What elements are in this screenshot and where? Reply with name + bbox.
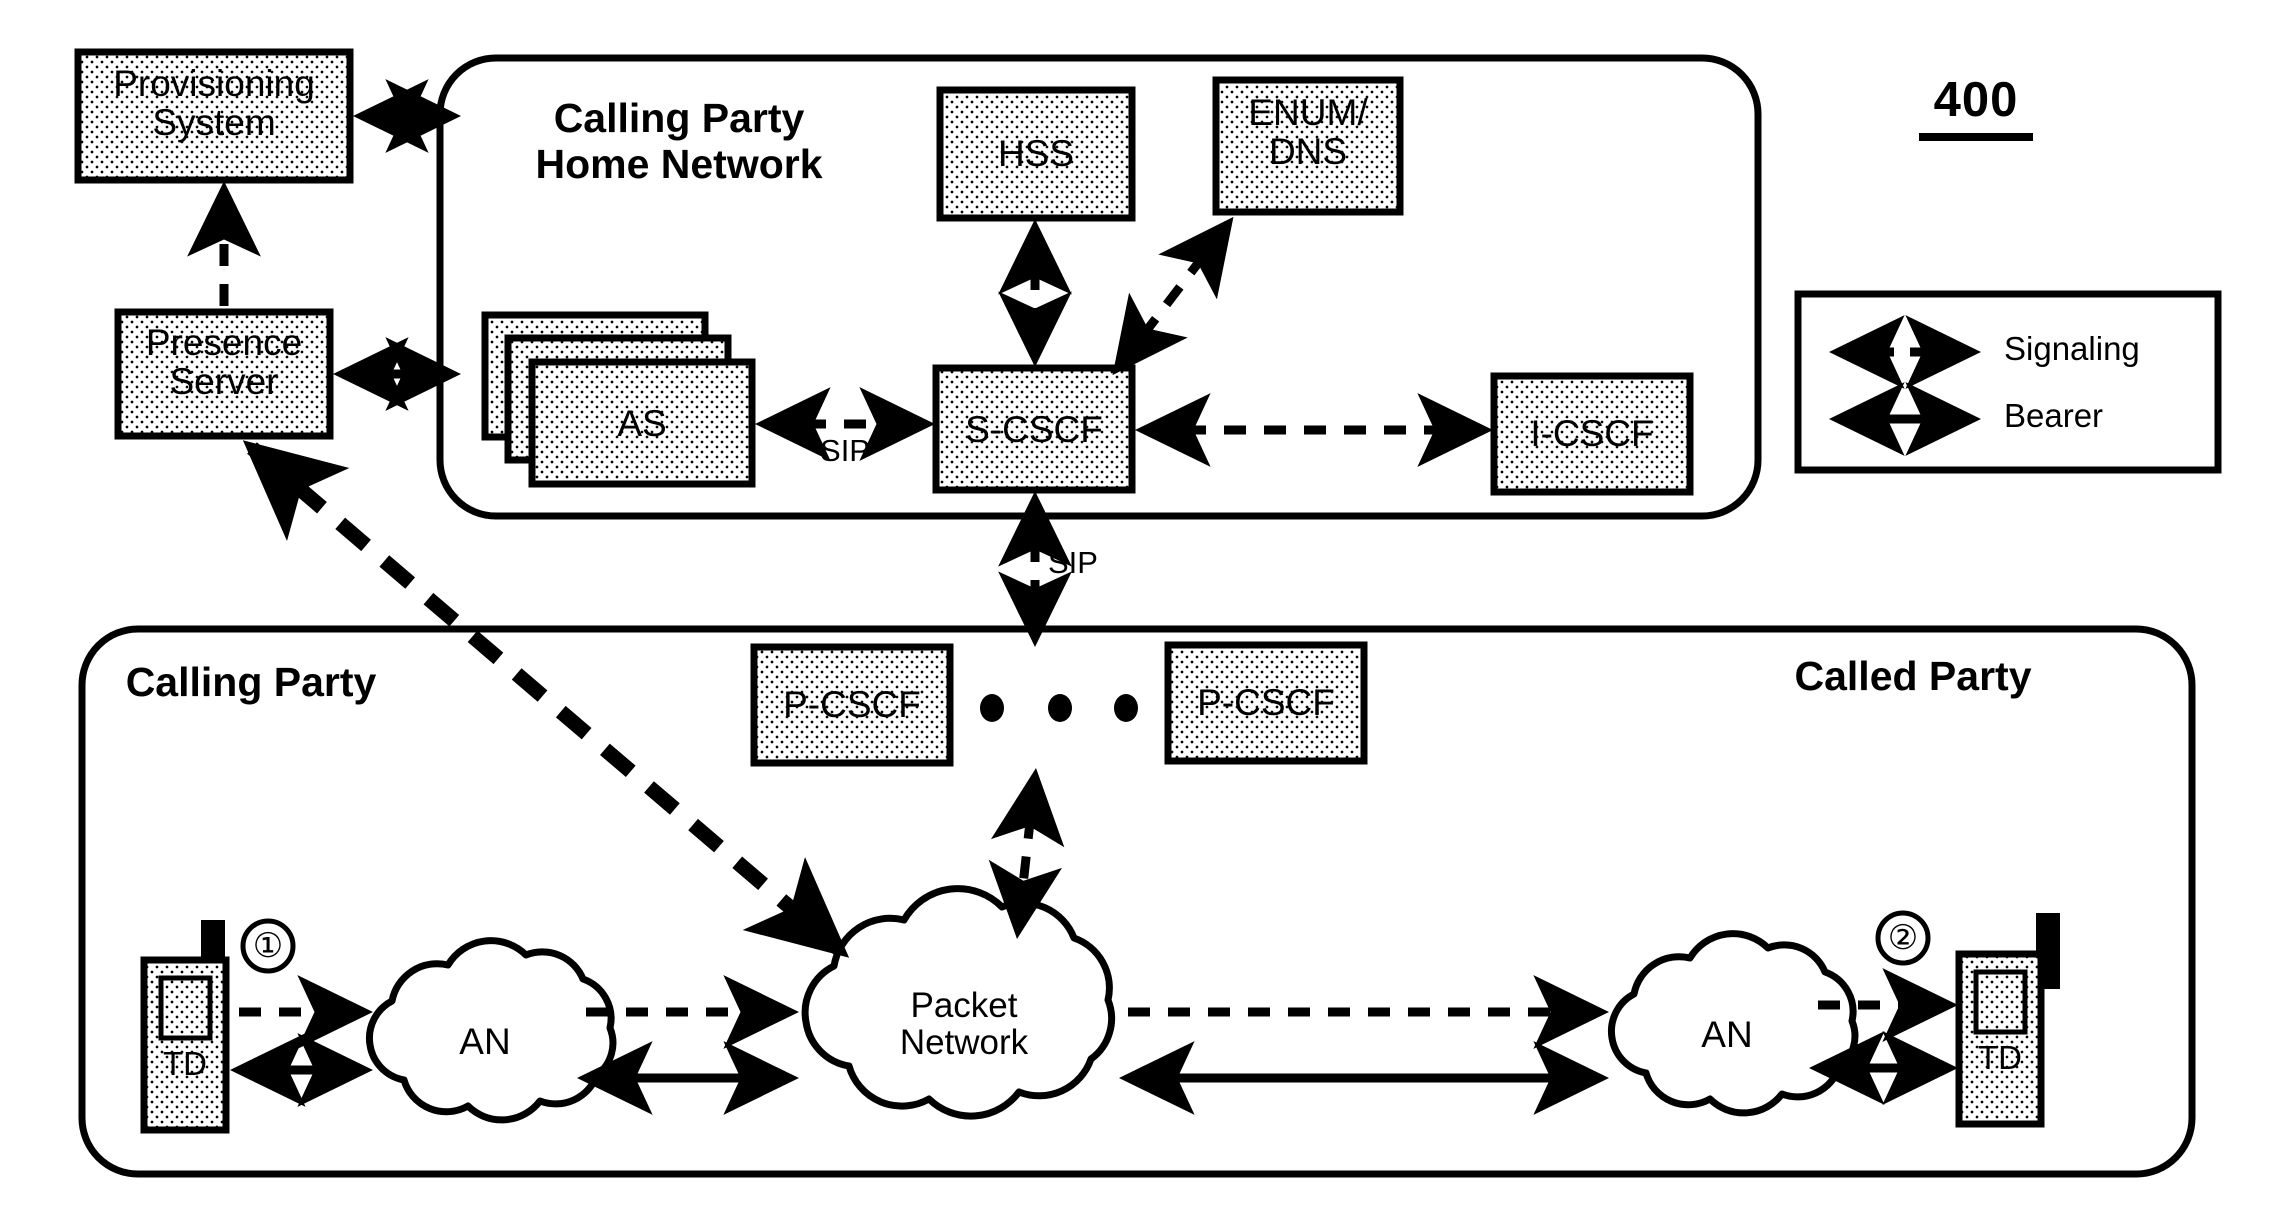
patent-figure-400: 400 Calling Party Home Network Calling P… bbox=[0, 0, 2269, 1221]
ellipsis-dots bbox=[980, 694, 1138, 722]
node-p-cscf-right[interactable] bbox=[1164, 641, 1368, 765]
node-an-right[interactable] bbox=[1607, 930, 1859, 1117]
node-p-cscf-left[interactable] bbox=[750, 643, 954, 767]
node-an-left[interactable] bbox=[365, 937, 617, 1124]
connector-enum-dns-to-s-cscf bbox=[1112, 216, 1234, 376]
node-as[interactable] bbox=[528, 358, 756, 488]
legend-box bbox=[1794, 290, 2222, 474]
diagram-canvas bbox=[74, 48, 2222, 1178]
step-marker-2-circle bbox=[1875, 910, 1931, 966]
node-provisioning-system[interactable] bbox=[74, 48, 354, 184]
td-left-screen bbox=[158, 975, 213, 1041]
step-marker-1-circle bbox=[240, 918, 296, 974]
td-right-screen bbox=[1973, 969, 2028, 1035]
node-enum-dns[interactable] bbox=[1212, 76, 1404, 216]
node-i-cscf[interactable] bbox=[1490, 372, 1694, 496]
node-presence-server[interactable] bbox=[114, 308, 334, 440]
node-hss[interactable] bbox=[936, 86, 1136, 222]
node-packet-network[interactable] bbox=[801, 885, 1116, 1120]
node-s-cscf[interactable] bbox=[932, 364, 1136, 494]
node-td-left[interactable] bbox=[140, 920, 230, 1134]
node-td-right[interactable] bbox=[1955, 913, 2060, 1128]
